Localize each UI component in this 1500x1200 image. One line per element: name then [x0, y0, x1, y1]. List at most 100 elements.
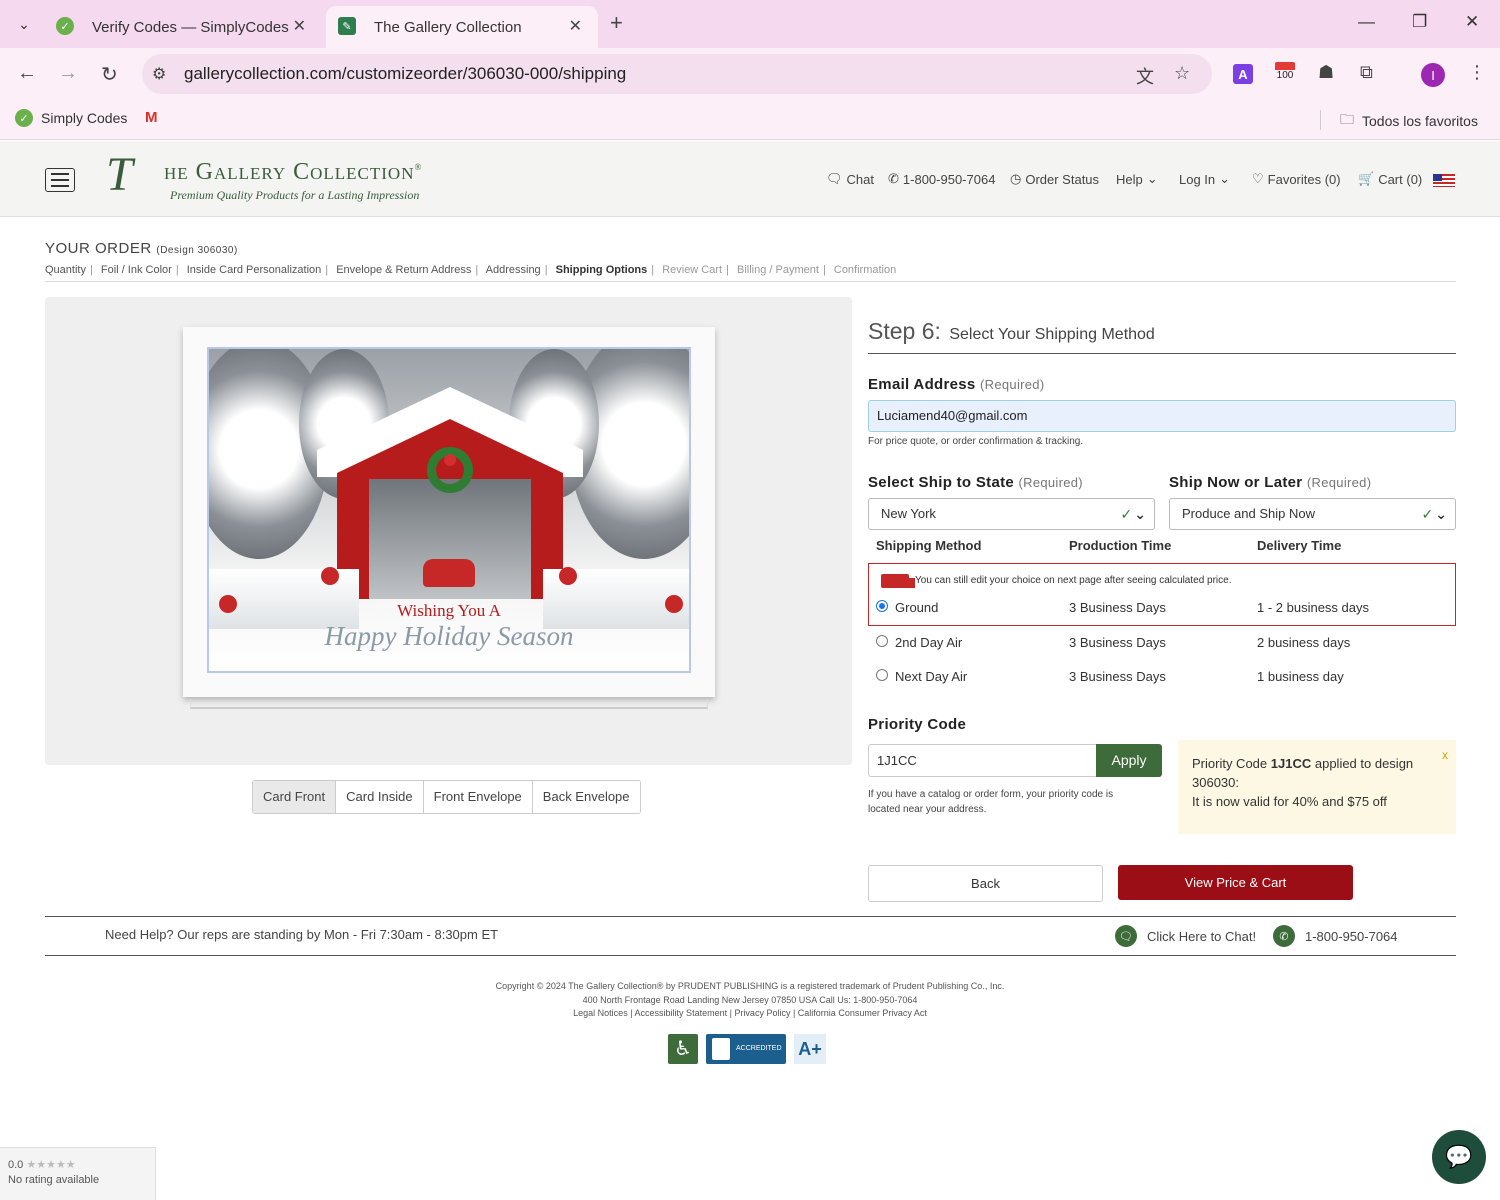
accessibility-icon[interactable]: ♿ [668, 1034, 698, 1064]
privacy-policy-link[interactable]: Privacy Policy [734, 1008, 790, 1018]
tab-card-inside[interactable]: Card Inside [336, 781, 424, 813]
extension-calendar-icon[interactable]: 100 [1275, 62, 1295, 86]
bookmark-label: Simply Codes [41, 110, 128, 126]
apply-button[interactable]: Apply [1096, 744, 1162, 777]
priority-code-input[interactable]: 1J1CC [868, 744, 1096, 777]
promo-applied-message: x Priority Code 1J1CC applied to design … [1178, 740, 1456, 834]
tab-card-front[interactable]: Card Front [253, 781, 337, 813]
bookmark-star-icon[interactable]: ☆ [1174, 63, 1190, 84]
tab-close-icon[interactable]: ✕ [569, 16, 582, 36]
address-bar[interactable]: ⚙ gallerycollection.com/customizeorder/3… [142, 54, 1212, 94]
design-number: (Design 306030) [156, 245, 238, 256]
ship-state-select[interactable]: New York ✓ ⌄ [868, 498, 1155, 530]
nav-login[interactable]: Log In ⌄ [1179, 171, 1230, 187]
back-button[interactable]: Back [868, 865, 1103, 902]
check-chevron-icon: ✓ ⌄ [1421, 506, 1447, 522]
extensions-puzzle-icon[interactable]: ⧉ [1360, 62, 1373, 83]
site-header: T he Gallery Collection® Premium Quality… [0, 141, 1500, 217]
restore-icon[interactable]: ❐ [1412, 12, 1427, 32]
minimize-icon[interactable]: — [1358, 12, 1375, 32]
email-field[interactable]: Luciamend40@gmail.com [868, 400, 1456, 432]
back-arrow-icon[interactable]: ← [17, 62, 37, 85]
rating-widget[interactable]: 0.0 ★★★★★ No rating available [0, 1147, 156, 1200]
url-text[interactable]: gallerycollection.com/customizeorder/306… [184, 64, 626, 84]
us-flag-icon[interactable] [1433, 174, 1455, 187]
step-foil-ink[interactable]: Foil / Ink Color [101, 264, 172, 276]
profile-avatar[interactable]: I [1421, 63, 1445, 87]
tab-front-envelope[interactable]: Front Envelope [423, 781, 533, 813]
card-greeting-line1: Wishing You A [397, 601, 501, 620]
browser-menu-icon[interactable]: ⋮ [1468, 62, 1486, 83]
bookmark-simply-codes[interactable]: ✓ Simply Codes [15, 109, 127, 127]
step-shipping-options[interactable]: Shipping Options [556, 264, 648, 276]
col-shipping-method: Shipping Method [876, 538, 982, 553]
tab-search-chevron-icon[interactable]: ⌄ [10, 10, 38, 38]
step-label: Select Your Shipping Method [949, 326, 1155, 343]
reload-icon[interactable]: ↻ [101, 62, 118, 87]
step-addressing[interactable]: Addressing [486, 264, 541, 276]
card-artwork: Wishing You A Happy Holiday Season [207, 347, 691, 673]
help-strip: Need Help? Our reps are standing by Mon … [45, 916, 1456, 956]
bookmarks-bar: ✓ Simply Codes M 🗀 Todos los favoritos [0, 100, 1500, 140]
help-text: Need Help? Our reps are standing by Mon … [105, 927, 499, 942]
help-phone-link[interactable]: ✆ 1-800-950-7064 [1273, 925, 1398, 947]
browser-tab-gallery[interactable]: ✎ The Gallery Collection ✕ [326, 6, 598, 48]
view-price-cart-button[interactable]: View Price & Cart [1118, 865, 1353, 900]
second-day-air-production: 3 Business Days [1069, 635, 1166, 650]
step-inside-personalization[interactable]: Inside Card Personalization [187, 264, 322, 276]
tab-back-envelope[interactable]: Back Envelope [532, 781, 640, 813]
nav-help-label: Help [1116, 171, 1143, 187]
menu-hamburger-icon[interactable] [45, 168, 75, 192]
nav-favorites-label: Favorites (0) [1267, 171, 1341, 187]
all-favorites-label: Todos los favoritos [1362, 113, 1478, 129]
second-day-air-radio[interactable] [876, 635, 888, 647]
footer-links: Legal Notices | Accessibility Statement … [573, 1008, 927, 1018]
click-to-chat-link[interactable]: 🗨 Click Here to Chat! [1115, 925, 1256, 947]
next-day-air-delivery: 1 business day [1257, 669, 1344, 684]
nav-favorites[interactable]: ♡ Favorites (0) [1252, 171, 1341, 187]
accessibility-statement-link[interactable]: Accessibility Statement [635, 1008, 728, 1018]
california-privacy-link[interactable]: California Consumer Privacy Act [798, 1008, 927, 1018]
step-envelope-return[interactable]: Envelope & Return Address [336, 264, 471, 276]
new-tab-plus-icon[interactable]: + [610, 10, 623, 36]
legal-notices-link[interactable]: Legal Notices [573, 1008, 628, 1018]
chevron-down-icon: ⌄ [1146, 171, 1158, 186]
clock-icon: ◷ [1010, 171, 1022, 186]
next-day-air-radio[interactable] [876, 669, 888, 681]
gallery-favicon-icon: ✎ [338, 17, 356, 35]
card-greeting-line2: Happy Holiday Season [324, 621, 574, 651]
site-info-icon[interactable]: ⚙ [152, 64, 166, 84]
browser-tab-simplycodes[interactable]: ✓ Verify Codes — SimplyCodes ✕ [44, 6, 322, 48]
red-car-icon [423, 559, 475, 587]
next-day-air-method[interactable]: Next Day Air [895, 669, 967, 684]
folder-icon: 🗀 [1340, 111, 1354, 127]
bbb-accredited-badge[interactable]: ACCREDITED BUSINESS [706, 1034, 786, 1082]
promo-code: 1J1CC [1270, 756, 1312, 771]
close-window-icon[interactable]: ✕ [1465, 12, 1479, 32]
nav-cart[interactable]: 🛒 Cart (0) [1358, 171, 1422, 187]
ship-when-select[interactable]: Produce and Ship Now ✓ ⌄ [1169, 498, 1456, 530]
ground-method[interactable]: Ground [895, 600, 938, 615]
promo-close-icon[interactable]: x [1442, 746, 1448, 765]
step-heading: Step 6: Select Your Shipping Method [868, 318, 1456, 354]
nav-phone[interactable]: ✆ 1-800-950-7064 [888, 171, 995, 187]
nav-help[interactable]: Help ⌄ [1116, 171, 1158, 187]
copyright: Copyright © 2024 The Gallery Collection®… [495, 981, 1005, 991]
nav-chat[interactable]: 🗨 Chat [826, 171, 874, 187]
translate-icon[interactable]: 文 [1136, 63, 1154, 89]
step-quantity[interactable]: Quantity [45, 264, 86, 276]
ground-radio[interactable] [876, 600, 888, 612]
ship-state-label: Select Ship to State (Required) [868, 474, 1083, 491]
forward-arrow-icon[interactable]: → [58, 62, 78, 85]
extension-robot-icon[interactable]: ☗ [1318, 62, 1334, 83]
footer: Copyright © 2024 The Gallery Collection®… [0, 980, 1500, 1021]
all-favorites-folder[interactable]: 🗀 Todos los favoritos [1340, 109, 1478, 133]
site-logo[interactable]: T he Gallery Collection® Premium Quality… [106, 151, 466, 205]
bbb-rating-badge[interactable]: A+ [794, 1034, 826, 1064]
tab-close-icon[interactable]: ✕ [293, 16, 306, 36]
floating-chat-icon[interactable]: 💬 [1432, 1130, 1486, 1184]
extension-a-icon[interactable]: A [1233, 64, 1253, 84]
second-day-air-method[interactable]: 2nd Day Air [895, 635, 962, 650]
bookmark-gmail[interactable]: M [145, 109, 158, 126]
nav-order-status[interactable]: ◷ Order Status [1010, 171, 1099, 187]
